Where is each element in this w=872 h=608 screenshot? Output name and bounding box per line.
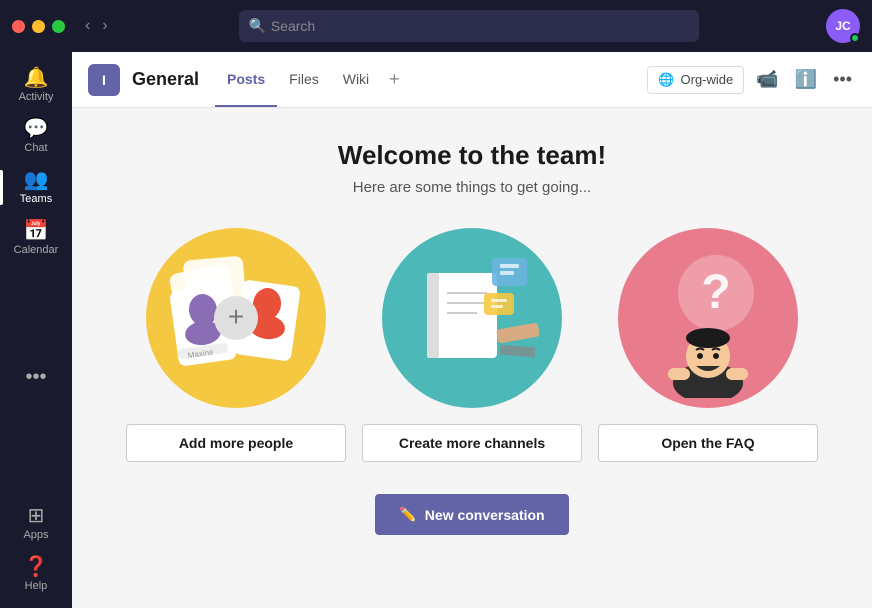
add-people-card: + Maxine Add more people [126,228,346,462]
welcome-title: Welcome to the team! [338,140,606,171]
sidebar-item-activity[interactable]: 🔔 Activity [0,60,72,111]
channel-tabs: Posts Files Wiki + [215,52,408,107]
channel-name: General [132,69,199,90]
svg-text:?: ? [701,266,730,319]
sidebar-item-teams[interactable]: 👥 Teams [0,162,72,213]
channel-header: I General Posts Files Wiki + 🌐 [72,52,872,108]
minimize-button[interactable] [32,20,45,33]
forward-button[interactable]: › [98,15,111,37]
create-channels-card: Create more channels [362,228,582,462]
sidebar: 🔔 Activity 💬 Chat 👥 Teams 📅 Calendar •••… [0,52,72,608]
video-button[interactable]: 📹 [752,65,782,94]
chat-icon: 💬 [24,119,49,139]
title-bar: ‹ › 🔍 JC [0,0,872,52]
sidebar-item-more[interactable]: ••• [0,359,72,395]
sidebar-item-chat[interactable]: 💬 Chat [0,111,72,162]
cards-row: + Maxine Add more people [126,228,818,462]
close-button[interactable] [12,20,25,33]
compose-icon: ✏️ [399,506,416,523]
welcome-content: Welcome to the team! Here are some thing… [72,108,872,608]
svg-text:+: + [228,301,244,332]
tab-posts[interactable]: Posts [215,52,277,107]
apps-icon: ⊞ [28,506,45,526]
tab-files[interactable]: Files [277,52,331,107]
info-button[interactable]: ℹ️ [791,65,821,94]
sidebar-item-calendar[interactable]: 📅 Calendar [0,213,72,264]
search-container: 🔍 [124,10,814,42]
tab-wiki[interactable]: Wiki [331,52,381,107]
create-channels-button[interactable]: Create more channels [362,424,582,462]
main-layout: 🔔 Activity 💬 Chat 👥 Teams 📅 Calendar •••… [0,52,872,608]
add-tab-button[interactable]: + [381,52,408,107]
more-icon: ••• [25,367,46,387]
create-channels-image [382,228,562,408]
activity-icon: 🔔 [24,68,49,88]
new-conversation-button[interactable]: ✏️ New conversation [375,494,568,535]
org-wide-button[interactable]: 🌐 Org-wide [647,66,744,94]
channel-actions: 🌐 Org-wide 📹 ℹ️ ••• [647,65,856,94]
add-people-image: + Maxine [146,228,326,408]
back-button[interactable]: ‹ [81,15,94,37]
nav-arrows: ‹ › [81,15,112,37]
calendar-icon: 📅 [24,221,49,241]
welcome-subtitle: Here are some things to get going... [353,179,591,196]
maximize-button[interactable] [52,20,65,33]
teams-icon: 👥 [24,170,49,190]
search-icon: 🔍 [249,18,266,35]
sidebar-bottom: ⊞ Apps ❓ Help [23,498,48,600]
open-faq-button[interactable]: Open the FAQ [598,424,818,462]
add-people-button[interactable]: Add more people [126,424,346,462]
traffic-lights [12,20,65,33]
avatar-status-badge [850,33,860,43]
search-wrapper: 🔍 [239,10,699,42]
globe-icon: 🌐 [658,72,674,88]
more-options-button[interactable]: ••• [829,65,856,94]
open-faq-card: ? [598,228,818,462]
search-input[interactable] [239,10,699,42]
sidebar-item-help[interactable]: ❓ Help [23,549,48,600]
sidebar-item-apps[interactable]: ⊞ Apps [23,498,48,549]
help-icon: ❓ [24,557,49,577]
content-area: I General Posts Files Wiki + 🌐 [72,52,872,608]
avatar-container: JC [826,9,860,43]
open-faq-image: ? [618,228,798,408]
channel-icon: I [88,64,120,96]
